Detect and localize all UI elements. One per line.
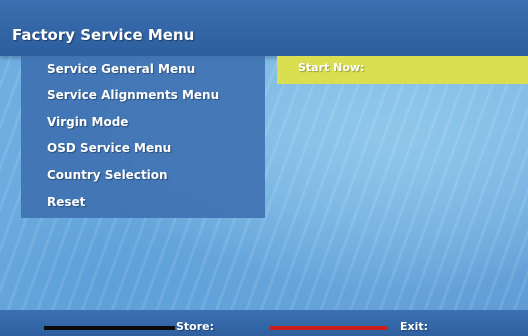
exit-key-bar[interactable] — [270, 326, 387, 330]
store-label: Store: — [176, 320, 215, 333]
store-key-bar[interactable] — [44, 326, 175, 330]
footer-bar: Store: Exit: — [0, 310, 528, 336]
title-bar: Factory Service Menu — [0, 0, 528, 56]
menu-item-service-alignments-menu[interactable]: Service Alignments Menu — [47, 88, 219, 102]
menu-item-virgin-mode[interactable]: Virgin Mode — [47, 115, 128, 129]
service-menu-panel: Service General Menu Service Alignments … — [21, 56, 265, 218]
start-now-label: Start Now: — [298, 61, 365, 74]
menu-item-country-selection[interactable]: Country Selection — [47, 168, 168, 182]
menu-item-osd-service-menu[interactable]: OSD Service Menu — [47, 141, 171, 155]
menu-item-reset[interactable]: Reset — [47, 195, 85, 209]
menu-item-service-general-menu[interactable]: Service General Menu — [47, 62, 195, 76]
exit-label: Exit: — [400, 320, 429, 333]
start-now-strip[interactable]: Start Now: — [277, 56, 528, 84]
page-title: Factory Service Menu — [12, 26, 195, 44]
